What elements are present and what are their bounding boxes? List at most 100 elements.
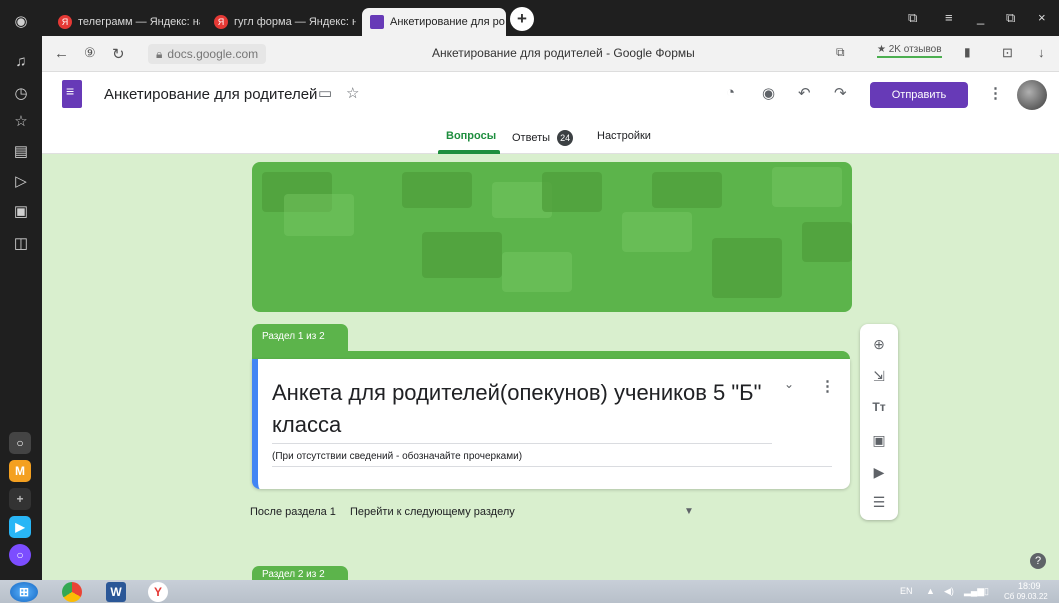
- bookmarks-icon[interactable]: ☆: [8, 108, 34, 134]
- bookmark-icon[interactable]: ▮: [964, 45, 971, 59]
- banner-shape: [772, 167, 842, 207]
- tab-label: телеграмм — Яндекс: нас: [78, 16, 200, 28]
- play-icon[interactable]: ▷: [8, 168, 34, 194]
- clock-time[interactable]: 18:09: [1018, 581, 1041, 591]
- volume-icon[interactable]: ◀): [944, 586, 954, 597]
- browser-tab-google-form[interactable]: Я гугл форма — Яндекс: нас: [206, 8, 356, 36]
- undo-icon[interactable]: ↶: [798, 84, 811, 102]
- form-header-image: [252, 162, 852, 312]
- new-tab-button[interactable]: +: [510, 7, 534, 31]
- browser-sidebar: ◉ ♫ ◷ ☆ ▤ ▷ ▣ ◫ ○ M + ▶ ○: [0, 0, 42, 580]
- copy-link-icon[interactable]: ⧉: [836, 45, 845, 60]
- yandex-icon: Я: [58, 15, 72, 29]
- menu-icon[interactable]: ≡: [945, 10, 953, 25]
- star-icon[interactable]: ☆: [346, 84, 359, 102]
- add-section-icon[interactable]: ☰: [860, 494, 898, 511]
- section-description[interactable]: (При отсутствии сведений - обозначайте п…: [272, 451, 832, 467]
- answers-count-badge: 24: [557, 130, 574, 146]
- yandex-logo-icon[interactable]: ⑨: [84, 45, 96, 61]
- banner-shape: [652, 172, 722, 208]
- restore-icon[interactable]: ⧉: [1006, 10, 1015, 26]
- yandex-icon: Я: [214, 15, 228, 29]
- active-tab-indicator: [438, 150, 500, 154]
- windows-taskbar: ⊞ W Y EN ▲ ◀) ▂▄▆ ▯ 18:09 Сб 09.03.22: [0, 580, 1059, 603]
- after-section-select[interactable]: Перейти к следующему разделу: [350, 506, 515, 518]
- chrome-icon[interactable]: [62, 582, 82, 602]
- palette-icon[interactable]: ◔: [726, 84, 735, 101]
- bell-icon[interactable]: ♫: [8, 48, 34, 74]
- add-title-icon[interactable]: Tт: [860, 400, 898, 414]
- tab-list-icon[interactable]: ⧉: [908, 10, 917, 26]
- browser-tab-telegram[interactable]: Я телеграмм — Яндекс: нас: [50, 8, 200, 36]
- screenshot-icon[interactable]: ◫: [8, 230, 34, 256]
- download-icon[interactable]: ↓: [1038, 45, 1045, 60]
- send-button[interactable]: Отправить: [870, 82, 968, 108]
- close-window-icon[interactable]: ×: [1038, 10, 1046, 25]
- battery-icon[interactable]: ▯: [984, 586, 989, 597]
- lock-icon: 🔒︎: [156, 46, 163, 61]
- reviews-link[interactable]: ★ 2K отзывов: [877, 44, 942, 58]
- tab-answers[interactable]: Ответы 24: [512, 130, 574, 146]
- banner-shape: [712, 238, 782, 298]
- media-app-icon[interactable]: ▶: [9, 516, 31, 538]
- reload-icon[interactable]: ↻: [112, 45, 125, 63]
- word-icon[interactable]: W: [106, 582, 126, 602]
- start-button-icon[interactable]: ⊞: [10, 582, 38, 602]
- import-questions-icon[interactable]: ⇲: [860, 368, 898, 385]
- redo-icon[interactable]: ↷: [834, 84, 847, 102]
- reader-icon[interactable]: ⊡: [1002, 45, 1013, 61]
- banner-shape: [502, 252, 572, 292]
- address-bar: ← ⑨ ↻ 🔒︎ docs.google.com Анкетирование д…: [42, 36, 1059, 72]
- forms-header: Анкетирование для родителей ▭ ☆ ◔ ◉ ↶ ↷ …: [42, 72, 1059, 154]
- banner-shape: [542, 172, 602, 212]
- clock-date[interactable]: Сб 09.03.22: [1004, 592, 1048, 601]
- add-question-icon[interactable]: ⊕: [860, 336, 898, 353]
- tray-arrow-icon[interactable]: ▲: [926, 586, 935, 596]
- add-video-icon[interactable]: ▶: [860, 464, 898, 481]
- dropdown-arrow-icon[interactable]: ▼: [684, 506, 694, 517]
- add-app-icon[interactable]: +: [9, 488, 31, 510]
- minimize-icon[interactable]: _: [977, 10, 984, 25]
- add-image-icon[interactable]: ▣: [860, 432, 898, 449]
- back-icon[interactable]: ←: [54, 45, 69, 62]
- url-field[interactable]: 🔒︎ docs.google.com: [148, 44, 267, 64]
- section-top-bar: [252, 351, 850, 359]
- tab-label: Анкетирование для ро: [390, 16, 505, 28]
- form-title[interactable]: Анкетирование для родителей: [104, 86, 317, 103]
- tab-answers-label: Ответы: [512, 132, 551, 144]
- tab-strip: Я телеграмм — Яндекс: нас Я гугл форма —…: [42, 0, 1059, 36]
- help-icon[interactable]: ?: [1030, 553, 1046, 569]
- folder-icon[interactable]: ▭: [318, 84, 332, 102]
- preview-eye-icon[interactable]: ◉: [762, 84, 775, 102]
- section-more-icon[interactable]: ⋮: [820, 377, 835, 395]
- floating-toolbar: ⊕ ⇲ Tт ▣ ▶ ☰: [860, 324, 898, 520]
- mail-app-icon[interactable]: M: [9, 460, 31, 482]
- after-section-label: После раздела 1: [250, 506, 336, 518]
- notes-icon[interactable]: ▤: [8, 138, 34, 164]
- calendar-icon[interactable]: ▣: [8, 198, 34, 224]
- history-icon[interactable]: ◷: [8, 80, 34, 106]
- alice-app-icon[interactable]: ○: [9, 544, 31, 566]
- messenger-app-icon[interactable]: ○: [9, 432, 31, 454]
- tab-settings[interactable]: Настройки: [597, 130, 651, 142]
- more-vert-icon[interactable]: ⋮: [988, 84, 1003, 102]
- browser-tab-active[interactable]: Анкетирование для ро ×: [362, 8, 506, 36]
- forms-icon: [370, 15, 384, 29]
- tab-label: гугл форма — Яндекс: нас: [234, 16, 356, 28]
- network-icon[interactable]: ▂▄▆: [964, 586, 984, 597]
- url-text: docs.google.com: [167, 47, 259, 61]
- banner-shape: [622, 212, 692, 252]
- section-title[interactable]: Анкета для родителей(опекунов) учеников …: [272, 377, 772, 444]
- forms-logo-icon[interactable]: [62, 80, 82, 108]
- banner-shape: [802, 222, 852, 262]
- avatar[interactable]: [1017, 80, 1047, 110]
- yandex-browser-icon[interactable]: Y: [148, 582, 168, 602]
- section-card[interactable]: Анкета для родителей(опекунов) учеников …: [252, 359, 850, 489]
- page-title: Анкетирование для родителей - Google Фор…: [432, 46, 695, 60]
- banner-shape: [284, 194, 354, 236]
- collapse-icon[interactable]: ⌄: [784, 377, 794, 391]
- profile-icon[interactable]: ◉: [8, 8, 34, 34]
- language-indicator[interactable]: EN: [900, 586, 913, 596]
- section-2-label: Раздел 2 из 2: [252, 566, 348, 580]
- tab-questions[interactable]: Вопросы: [446, 130, 496, 142]
